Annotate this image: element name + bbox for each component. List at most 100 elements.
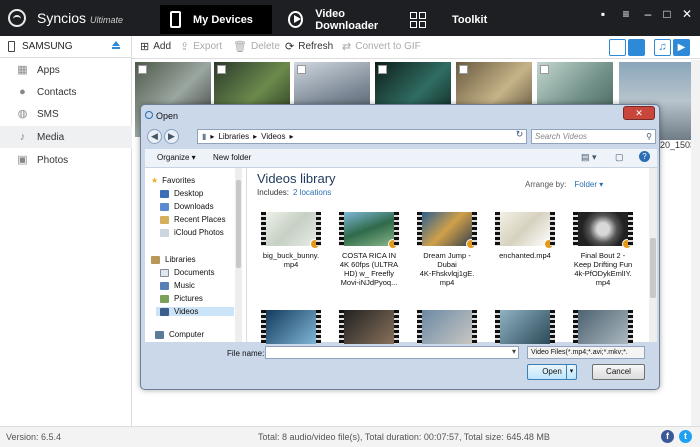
open-button[interactable]: Open ▾: [527, 364, 577, 380]
video-thumbnail: [417, 310, 477, 344]
grid-view-button[interactable]: [628, 39, 645, 56]
export-button[interactable]: ⇪ Export: [180, 40, 222, 53]
breadcrumb-videos[interactable]: Videos: [261, 132, 285, 141]
file-type-select[interactable]: Video Files(*.mp4;*.avi;*.mkv;*.: [527, 346, 645, 359]
maximize-button[interactable]: □: [659, 7, 675, 21]
add-button[interactable]: ⊞ Add: [140, 40, 171, 53]
music-view-button[interactable]: ♫: [654, 39, 671, 56]
video-view-button[interactable]: ▶: [673, 39, 690, 56]
video-thumbnail: [417, 212, 477, 249]
nav-documents[interactable]: Documents: [160, 268, 214, 277]
video-thumbnail: [573, 212, 633, 249]
video-file-name: big_buck_bunny. mp4: [262, 251, 320, 269]
view-options-icon[interactable]: ▤ ▾: [581, 152, 597, 163]
list-view-button[interactable]: [609, 39, 626, 56]
documents-icon: [160, 268, 169, 277]
video-file-item[interactable]: COSTA RICA IN 4K 60fps (ULTRA HD) w_ Fre…: [337, 212, 401, 287]
video-file-name: Final Bout 2 - Keep Drifting Fun 4k-PfOD…: [573, 251, 633, 287]
device-selector[interactable]: SAMSUNG: [0, 36, 132, 58]
video-file-item[interactable]: [571, 310, 635, 344]
new-folder-button[interactable]: New folder: [213, 153, 251, 162]
tab-toolkit[interactable]: Toolkit: [400, 5, 500, 34]
twitter-icon[interactable]: t: [679, 430, 692, 443]
forward-arrow-icon[interactable]: ▶: [164, 129, 179, 144]
sidebar-item-photos[interactable]: ▣ Photos: [0, 149, 132, 171]
close-button[interactable]: ✕: [679, 7, 695, 21]
media-icon: ♪: [19, 130, 26, 143]
nav-computer[interactable]: Computer: [155, 330, 204, 339]
chat-icon[interactable]: ▪: [595, 7, 611, 21]
desktop-icon: [160, 189, 169, 198]
organize-menu[interactable]: Organize ▾: [157, 153, 196, 162]
breadcrumb-separator: ▸: [253, 132, 258, 141]
search-input[interactable]: Search Videos ⚲: [531, 129, 656, 144]
file-name-label: File name:: [227, 349, 265, 358]
refresh-button[interactable]: ⟳ Refresh: [285, 40, 333, 53]
nav-recent-places[interactable]: Recent Places: [160, 215, 226, 224]
videos-icon: [160, 307, 169, 316]
open-file-dialog: Open ✕ ◀ ▶ ▮ ▸ Libraries ▸ Videos ▸ ↻ Se…: [140, 104, 660, 390]
sidebar-item-apps[interactable]: ▦ Apps: [0, 59, 132, 81]
file-name-input[interactable]: [265, 346, 519, 359]
video-file-item[interactable]: [337, 310, 401, 344]
nav-scrollbar[interactable]: [235, 168, 242, 342]
includes-locations-link[interactable]: 2 locations: [293, 188, 331, 197]
cancel-button[interactable]: Cancel: [592, 364, 645, 380]
file-list-scrollbar[interactable]: [649, 168, 657, 342]
refresh-icon[interactable]: ↻: [513, 129, 526, 144]
select-checkbox[interactable]: [378, 65, 387, 74]
icloud-icon: [160, 228, 169, 237]
nav-pictures[interactable]: Pictures: [160, 294, 203, 303]
video-file-item[interactable]: Final Bout 2 - Keep Drifting Fun 4k-PfOD…: [571, 212, 635, 287]
minimize-button[interactable]: –: [640, 7, 656, 21]
nav-icloud-photos[interactable]: iCloud Photos: [160, 228, 224, 237]
video-file-item[interactable]: [259, 310, 323, 344]
nav-desktop[interactable]: Desktop: [160, 189, 203, 198]
help-icon[interactable]: ?: [639, 151, 650, 162]
select-checkbox[interactable]: [217, 65, 226, 74]
eject-icon[interactable]: [112, 41, 120, 49]
tab-video-downloader[interactable]: Video Downloader: [278, 5, 398, 34]
menu-icon[interactable]: ≡: [618, 7, 634, 21]
tab-my-devices[interactable]: My Devices: [160, 5, 272, 34]
music-icon: [160, 281, 169, 290]
arrange-dropdown[interactable]: Folder ▾: [574, 180, 603, 189]
video-file-name: Dream Jump - Dubai 4K-Fhskvlqj1gE. mp4: [419, 251, 475, 287]
tab-my-devices-label: My Devices: [193, 13, 253, 26]
video-file-item[interactable]: [493, 310, 557, 344]
video-file-item[interactable]: big_buck_bunny. mp4: [259, 212, 323, 269]
video-file-item[interactable]: enchanted.mp4: [493, 212, 557, 260]
nav-videos[interactable]: Videos: [156, 307, 234, 316]
sidebar-item-contacts[interactable]: ● Contacts: [0, 81, 132, 103]
dialog-command-bar: Organize ▾ New folder ▤ ▾ ▢ ?: [145, 149, 657, 168]
video-file-item[interactable]: Dream Jump - Dubai 4K-Fhskvlqj1gE. mp4: [415, 212, 479, 287]
dialog-close-button[interactable]: ✕: [623, 106, 655, 120]
device-phone-icon: [8, 41, 15, 52]
select-checkbox[interactable]: [138, 65, 147, 74]
sidebar-item-sms[interactable]: ◍ SMS: [0, 103, 132, 125]
nav-label: Recent Places: [174, 215, 226, 224]
facebook-icon[interactable]: f: [661, 430, 674, 443]
select-checkbox[interactable]: [459, 65, 468, 74]
nav-libraries[interactable]: Libraries: [151, 255, 196, 264]
video-file-item[interactable]: [415, 310, 479, 344]
main-scrollbar[interactable]: [691, 60, 700, 426]
nav-label: Documents: [174, 268, 215, 277]
select-checkbox[interactable]: [540, 65, 549, 74]
open-dropdown-chevron-icon[interactable]: ▾: [566, 365, 576, 379]
select-checkbox[interactable]: [297, 65, 306, 74]
play-badge-icon: [544, 239, 554, 249]
delete-button[interactable]: 🗑 Delete: [233, 40, 280, 53]
nav-downloads[interactable]: Downloads: [160, 202, 214, 211]
breadcrumb-libraries[interactable]: Libraries: [218, 132, 249, 141]
nav-music[interactable]: Music: [160, 281, 195, 290]
nav-label: Downloads: [174, 202, 214, 211]
nav-favorites[interactable]: ★ Favorites: [151, 176, 195, 185]
back-arrow-icon[interactable]: ◀: [147, 129, 162, 144]
sidebar-item-media[interactable]: ♪ Media: [0, 126, 132, 148]
preview-pane-icon[interactable]: ▢: [615, 152, 624, 163]
address-bar[interactable]: ▮ ▸ Libraries ▸ Videos ▸: [197, 129, 527, 144]
convert-gif-button[interactable]: ⇄ Convert to GIF: [342, 40, 421, 53]
contacts-icon: ●: [19, 85, 26, 98]
video-file-name: COSTA RICA IN 4K 60fps (ULTRA HD) w_ Fre…: [339, 251, 399, 287]
